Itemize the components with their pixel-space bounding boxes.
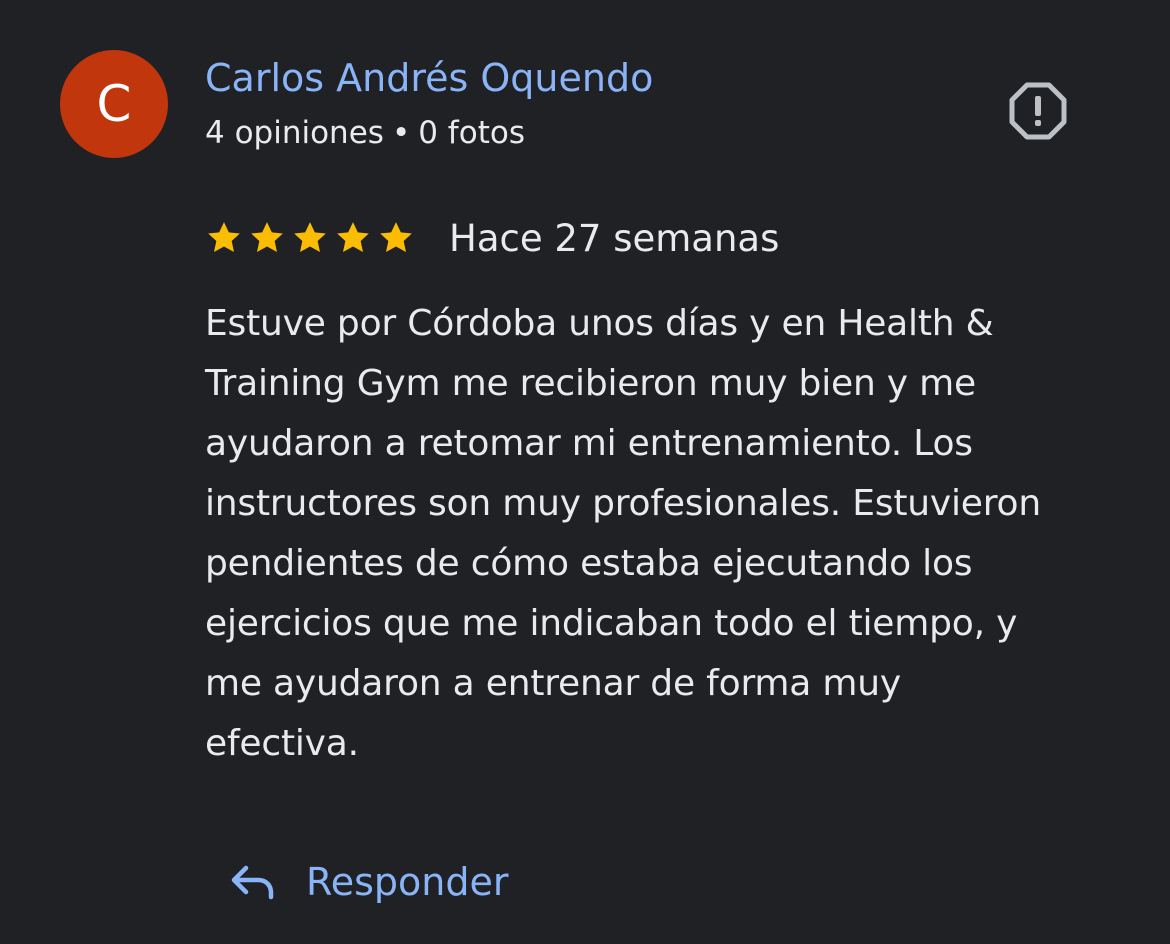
review-text: Estuve por Córdoba unos días y en Health… <box>205 294 1125 774</box>
review-text-line: me ayudaron a entrenar de forma muy <box>205 663 901 704</box>
review-text-line: instructores son muy profesionales. Estu… <box>205 483 1041 524</box>
reviews-count: 4 opiniones <box>205 115 384 151</box>
star-icon <box>208 222 240 252</box>
review-card: C Carlos Andrés Oquendo 4 opiniones • 0 fo… <box>0 0 1170 944</box>
report-button[interactable] <box>1006 79 1070 143</box>
review-text-line: Training Gym me recibieron muy bien y me <box>205 363 976 404</box>
review-text-line: ejercicios que me indicaban todo el tiem… <box>205 603 1018 644</box>
review-text-line: efectiva. <box>205 723 359 764</box>
avatar[interactable]: C <box>60 50 168 158</box>
reply-button[interactable]: Responder <box>228 852 508 912</box>
star-icon <box>337 222 369 252</box>
author-meta: 4 opiniones • 0 fotos <box>205 112 525 154</box>
star-icon <box>251 222 283 252</box>
review-text-line: pendientes de cómo estaba ejecutando los <box>205 543 973 584</box>
reply-label: Responder <box>306 860 509 904</box>
report-octagon-icon <box>1009 82 1067 140</box>
author-name[interactable]: Carlos Andrés Oquendo <box>205 54 653 102</box>
avatar-initial: C <box>96 75 132 133</box>
star-rating <box>204 218 419 258</box>
review-text-line: ayudaron a retomar mi entrenamiento. Los <box>205 423 973 464</box>
star-icon <box>294 222 326 252</box>
reply-arrow-icon <box>231 865 274 900</box>
photos-count: 0 fotos <box>418 115 525 151</box>
review-text-line: Estuve por Córdoba unos días y en Health… <box>205 303 994 344</box>
meta-separator: • <box>391 115 411 151</box>
star-icon <box>380 222 412 252</box>
review-time: Hace 27 semanas <box>449 217 780 260</box>
